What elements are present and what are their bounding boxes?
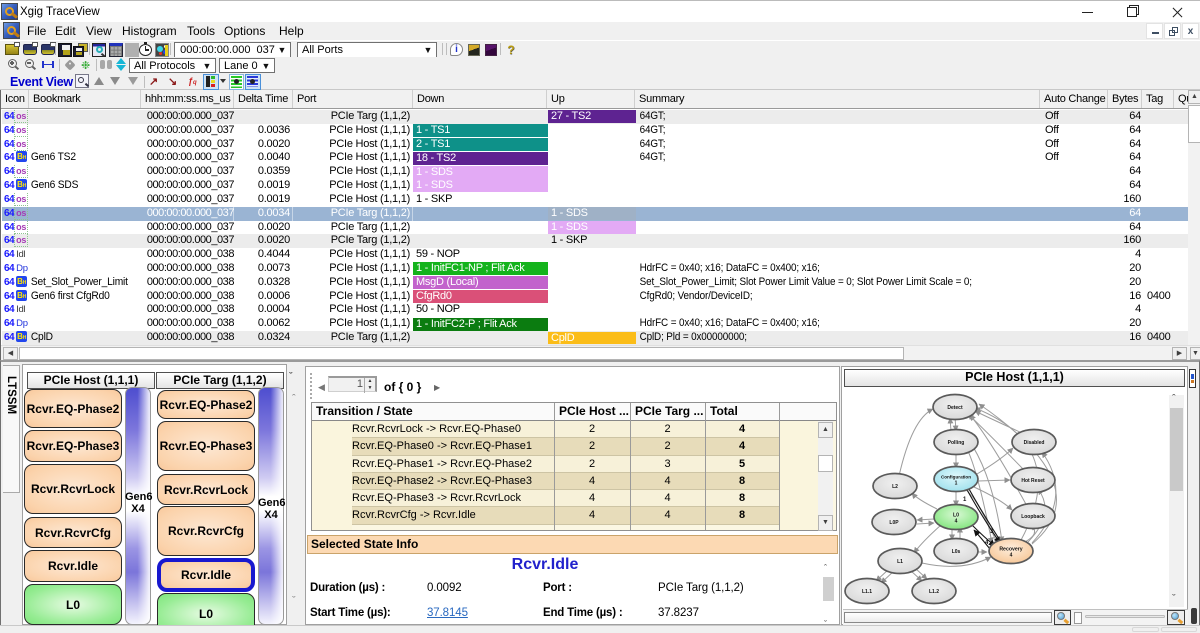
- svg-text:L0P: L0P: [889, 520, 899, 526]
- svg-text:Loopback: Loopback: [1021, 514, 1045, 520]
- svg-text:4: 4: [955, 519, 958, 525]
- svg-text:Disabled: Disabled: [1024, 440, 1045, 446]
- svg-text:L2: L2: [892, 484, 898, 490]
- svg-text:1: 1: [963, 497, 967, 503]
- svg-text:Configuration: Configuration: [941, 475, 971, 480]
- svg-text:1: 1: [955, 481, 958, 487]
- svg-text:4: 4: [1010, 553, 1013, 559]
- svg-text:L1: L1: [897, 559, 903, 565]
- svg-text:L0s: L0s: [952, 549, 961, 555]
- svg-text:L1.2: L1.2: [929, 589, 939, 595]
- svg-text:Polling: Polling: [948, 440, 965, 446]
- svg-text:L1.1: L1.1: [862, 589, 872, 595]
- svg-text:Hot Reset: Hot Reset: [1021, 478, 1045, 484]
- svg-text:Detect: Detect: [947, 405, 963, 411]
